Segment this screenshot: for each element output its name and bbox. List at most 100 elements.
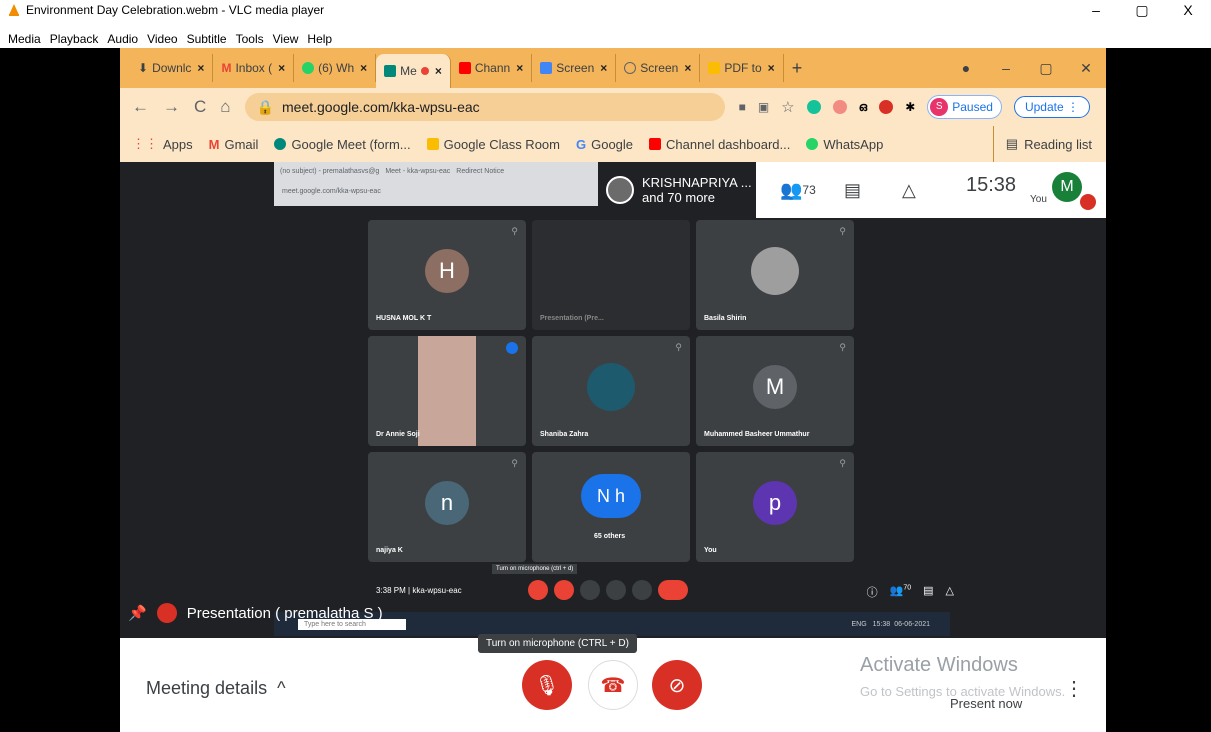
puzzle-icon[interactable]: ✱: [905, 100, 915, 114]
people-icon[interactable]: 👥70: [890, 584, 912, 600]
participant-tile[interactable]: Dr Annie Soji: [368, 336, 526, 446]
pin-icon[interactable]: ⚲: [511, 226, 518, 237]
close-tab-icon[interactable]: ×: [516, 61, 523, 75]
browser-tab[interactable]: M Inbox (×: [213, 54, 295, 82]
participant-tile[interactable]: ⚲ M Muhammed Basheer Ummathur: [696, 336, 854, 446]
menu-video[interactable]: Video: [147, 32, 177, 48]
bookmark-channel-dashboard[interactable]: Channel dashboard...: [649, 137, 790, 152]
pin-icon[interactable]: ⚲: [511, 458, 518, 469]
menu-media[interactable]: Media: [8, 32, 41, 48]
extension-icons: ■ ▣ ☆ ഒ ✱ S Paused Update ⋮: [739, 95, 1090, 119]
pin-icon[interactable]: 📌: [128, 604, 147, 622]
camera-toggle-button[interactable]: ⊘: [652, 660, 702, 710]
presenter-chip[interactable]: KRISHNAPRIYA ... and 70 more: [598, 162, 756, 218]
info-icon[interactable]: ⓘ: [867, 584, 878, 600]
ext-text-icon[interactable]: ഒ: [859, 100, 868, 115]
participant-name: 65 others: [594, 533, 626, 540]
hangup-button[interactable]: [658, 580, 688, 600]
bookmark-classroom[interactable]: Google Class Room: [426, 137, 560, 152]
participant-name: Muhammed Basheer Ummathur: [704, 431, 810, 438]
participant-tile[interactable]: ⚲ Basila Shirin: [696, 220, 854, 330]
participant-tile[interactable]: N h 65 others: [532, 452, 690, 562]
new-tab-button[interactable]: +: [784, 54, 811, 82]
close-tab-icon[interactable]: ×: [435, 64, 442, 78]
star-icon[interactable]: ☆: [781, 98, 794, 116]
menu-audio[interactable]: Audio: [107, 32, 138, 48]
video-area[interactable]: ⬇ Downlc × M Inbox (× (6) Wh × Me × Chann × Sc…: [0, 48, 1211, 732]
pin-icon[interactable]: ⚲: [839, 342, 846, 353]
more-options-icon[interactable]: ⋮: [1064, 676, 1084, 701]
home-icon[interactable]: ⌂: [220, 97, 230, 117]
close-tab-icon[interactable]: ×: [684, 61, 691, 75]
minimize-button[interactable]: –: [1073, 0, 1119, 20]
bookmark-whatsapp[interactable]: WhatsApp: [806, 137, 883, 152]
address-bar[interactable]: 🔒 meet.google.com/kka-wpsu-eac: [244, 93, 725, 121]
restore-button[interactable]: ▢: [1119, 0, 1165, 20]
menu-tools[interactable]: Tools: [236, 32, 264, 48]
reading-list-icon: ▤: [1005, 136, 1019, 151]
menu-subtitle[interactable]: Subtitle: [187, 32, 227, 48]
update-button[interactable]: Update ⋮: [1013, 96, 1090, 118]
avatar: n: [425, 480, 469, 525]
camera-icon[interactable]: ■: [739, 100, 746, 114]
participant-tile[interactable]: ⚲ p You: [696, 452, 854, 562]
activities-button[interactable]: △: [902, 162, 916, 218]
browser-menu-icon[interactable]: ●: [946, 60, 986, 76]
pin-icon[interactable]: ⚲: [839, 458, 846, 469]
camera-button[interactable]: [554, 580, 574, 600]
reload-icon[interactable]: C: [194, 97, 206, 117]
browser-tab[interactable]: Chann ×: [451, 54, 533, 82]
menu-playback[interactable]: Playback: [50, 32, 99, 48]
bookmark-google-meet[interactable]: Google Meet (form...: [274, 137, 411, 152]
pin-icon[interactable]: ⚲: [675, 342, 682, 353]
translate-icon[interactable]: ▣: [758, 100, 769, 114]
participant-tile[interactable]: ⚲ Shaniba Zahra: [532, 336, 690, 446]
reading-list-button[interactable]: ▤ Reading list: [992, 126, 1092, 162]
close-tab-icon[interactable]: ×: [278, 61, 285, 75]
browser-tab-active[interactable]: Me ×: [376, 54, 451, 88]
minimize-icon[interactable]: –: [986, 60, 1026, 76]
close-tab-icon[interactable]: ×: [768, 61, 775, 75]
participant-tile[interactable]: ⚲ n najiya K: [368, 452, 526, 562]
close-button[interactable]: X: [1165, 0, 1211, 20]
browser-tab[interactable]: Screen ×: [532, 54, 617, 82]
grammarly-icon[interactable]: [806, 100, 821, 114]
participant-tile[interactable]: ⚲ H HUSNA MOL K T: [368, 220, 526, 330]
close-tab-icon[interactable]: ×: [197, 61, 204, 75]
pin-icon[interactable]: ⚲: [839, 226, 846, 237]
bookmark-apps[interactable]: ⋮⋮ Apps: [132, 136, 193, 152]
mic-button[interactable]: [528, 580, 548, 600]
more-button[interactable]: [632, 580, 652, 600]
chat-icon[interactable]: ▤: [923, 584, 933, 600]
present-button[interactable]: [606, 580, 626, 600]
close-icon[interactable]: ✕: [1066, 60, 1106, 77]
meeting-details-button[interactable]: Meeting details ^: [146, 678, 286, 699]
close-tab-icon[interactable]: ×: [360, 61, 367, 75]
browser-tab[interactable]: PDF to ×: [700, 54, 784, 82]
forward-icon[interactable]: →: [163, 97, 180, 117]
browser-tab[interactable]: Screen ×: [616, 54, 701, 82]
participant-tile[interactable]: Presentation (Pre...: [532, 220, 690, 330]
profile-paused-button[interactable]: S Paused: [927, 95, 1002, 119]
close-tab-icon[interactable]: ×: [600, 61, 607, 75]
participants-button[interactable]: 👥 73: [780, 162, 816, 218]
gmail-icon: M: [208, 136, 220, 152]
browser-tab[interactable]: (6) Wh ×: [294, 54, 377, 82]
bookmark-gmail[interactable]: M Gmail: [209, 137, 259, 152]
browser-tab[interactable]: ⬇ Downlc ×: [130, 54, 214, 82]
leave-call-button[interactable]: ☎: [588, 660, 638, 710]
shapes-icon[interactable]: △: [946, 584, 954, 600]
menu-view[interactable]: View: [273, 32, 299, 48]
restore-icon[interactable]: ▢: [1026, 60, 1066, 77]
mic-toggle-button[interactable]: 🎙: [522, 660, 572, 710]
captions-button[interactable]: [580, 580, 600, 600]
present-now-button[interactable]: Present now: [950, 696, 1022, 711]
chat-button[interactable]: ▤: [844, 162, 861, 218]
menu-help[interactable]: Help: [307, 32, 332, 48]
ext-red-icon[interactable]: [832, 100, 847, 114]
participant-name: najiya K: [376, 547, 403, 554]
window-controls: – ▢ X: [1073, 0, 1211, 20]
bookmark-google[interactable]: G Google: [576, 137, 633, 152]
record-icon[interactable]: [879, 100, 894, 114]
back-icon[interactable]: ←: [132, 97, 149, 117]
